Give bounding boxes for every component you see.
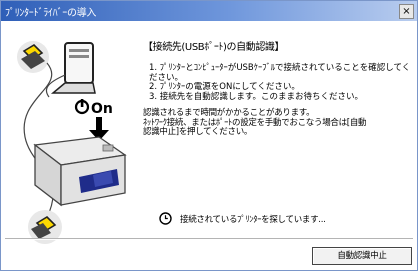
divider: [5, 238, 413, 240]
title-bar[interactable]: ﾌﾟﾘﾝﾀｰﾄﾞﾗｲﾊﾞｰの導入 ×: [1, 1, 417, 21]
notes-text: 認識されるまで時間がかかることがあります。 ﾈｯﾄﾜｰｸ接続、またはﾎﾟｰﾄの設…: [143, 108, 409, 138]
power-icon: On: [74, 99, 113, 117]
step-3: 3. 接続先を自動認識します。このままお待ちください。: [149, 91, 363, 102]
status-text: 接続されているﾌﾟﾘﾝﾀｰを探しています...: [180, 214, 326, 225]
note-line-3: 認識中止]を押してください。: [143, 127, 253, 137]
status-row: 接続されているﾌﾟﾘﾝﾀｰを探しています...: [159, 212, 326, 225]
step-1: 1. ﾌﾟﾘﾝﾀｰとｺﾝﾋﾟｭｰﾀｰがUSBｹｰﾌﾞﾙで接続されていることを確認…: [149, 63, 411, 83]
power-on-label: On: [91, 101, 113, 117]
section-heading: 【接続先(USBﾎﾟｰﾄ)の自動認識】: [143, 42, 285, 53]
connection-illustration: On: [17, 41, 127, 244]
window-title: ﾌﾟﾘﾝﾀｰﾄﾞﾗｲﾊﾞｰの導入: [5, 8, 97, 19]
stop-auto-detect-button[interactable]: 自動認識中止: [312, 247, 412, 265]
installer-dialog: ﾌﾟﾘﾝﾀｰﾄﾞﾗｲﾊﾞｰの導入 × On 【接続先(USBﾎﾟｰﾄ)の自動認識…: [0, 0, 418, 271]
clock-icon: [159, 212, 172, 225]
printer-icon: [33, 136, 127, 207]
close-icon[interactable]: ×: [399, 4, 414, 19]
instruction-list: 1. ﾌﾟﾘﾝﾀｰとｺﾝﾋﾟｭｰﾀｰがUSBｹｰﾌﾞﾙで接続されていることを確認…: [149, 63, 411, 102]
laptop-icon: [17, 41, 96, 94]
